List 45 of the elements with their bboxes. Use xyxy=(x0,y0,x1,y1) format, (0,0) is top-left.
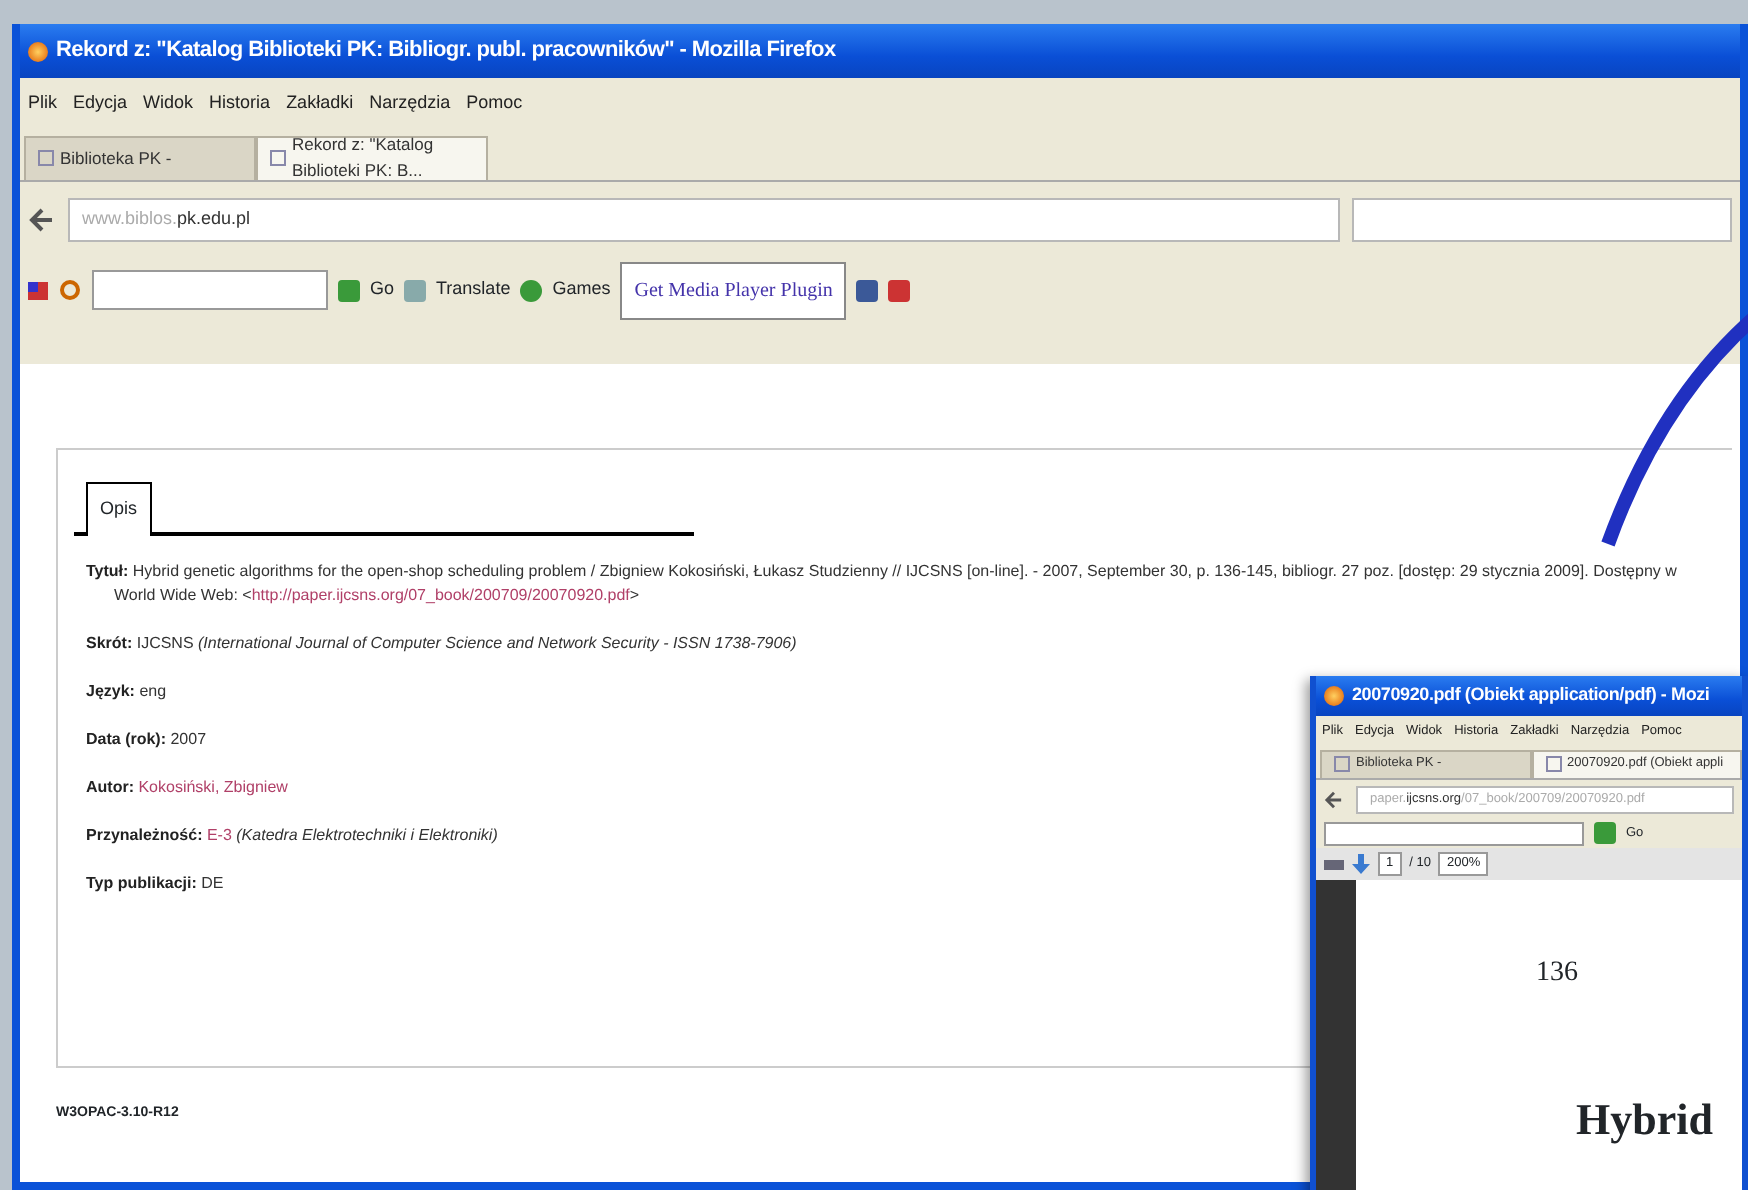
youtube-icon[interactable] xyxy=(888,279,911,301)
record-field: Tytuł: Hybrid genetic algorithms for the open-shop scheduling problem / Zbigniew Kokosiński, Łukasz Studzienny // IJCSNS [on-line]. - 2007, September 30, p. 136-145, bibliogr. 27 poz. [dostęp: 29 stycznia 2009]. Dostępny w World Wide Web: <http://paper.ijcsns.org/07_book/200709/20070920.pdf> xyxy=(86,559,1704,607)
browser-tab[interactable]: Biblioteka PK - xyxy=(24,135,256,179)
flag-icon[interactable] xyxy=(28,281,48,299)
page-icon xyxy=(38,150,54,166)
menu-item[interactable]: Pomoc xyxy=(466,90,523,117)
menu-item[interactable]: Zakładki xyxy=(286,90,354,117)
back-icon[interactable] xyxy=(28,205,56,233)
menu-item[interactable]: Historia xyxy=(209,90,271,117)
media-plugin-button[interactable]: Get Media Player Plugin xyxy=(620,261,847,319)
record-field: Data (rok): 2007 xyxy=(86,727,207,751)
back-icon[interactable] xyxy=(1324,789,1344,810)
page-icon xyxy=(1545,756,1561,773)
go-button[interactable]: Go xyxy=(370,276,395,304)
search-field[interactable] xyxy=(1352,197,1732,241)
go-icon xyxy=(338,279,360,301)
page-number: 136 xyxy=(1534,955,1580,991)
firefox-icon xyxy=(28,41,48,61)
games-button[interactable]: Games xyxy=(552,276,611,304)
record-field: Autor: Kokosiński, Zbigniew xyxy=(86,775,288,799)
translate-icon xyxy=(404,279,427,301)
go-icon xyxy=(1594,822,1616,845)
address-field[interactable]: www.biblos.pk.edu.pl xyxy=(68,197,1340,241)
facebook-icon[interactable] xyxy=(856,279,879,301)
record-field: Język: eng xyxy=(86,679,167,703)
toolbar-search-field[interactable] xyxy=(1324,821,1584,846)
menu-item[interactable]: Edycja xyxy=(73,90,128,117)
down-arrow-icon[interactable] xyxy=(1352,853,1370,874)
browser-tab[interactable]: Rekord z: "Katalog Biblioteki PK: B... xyxy=(256,135,488,179)
firefox-icon xyxy=(1324,686,1344,706)
window-title: 20070920.pdf (Obiekt application/pdf) - Mozi xyxy=(1352,682,1710,709)
window-title: Rekord z: "Katalog Biblioteki PK: Bibliogr. publ. pracowników" - Mozilla Firefox xyxy=(56,36,836,67)
page-icon xyxy=(1334,756,1350,773)
page-icon xyxy=(270,150,286,166)
menu-item[interactable]: Plik xyxy=(28,90,58,117)
pdf-heading: Hybrid xyxy=(1574,1091,1715,1148)
translate-button[interactable]: Translate xyxy=(436,276,511,304)
record-field: Skrót: IJCSNS (International Journal of Computer Science and Network Security - ISSN 1738-7906) xyxy=(86,631,797,655)
games-icon xyxy=(520,279,543,301)
menu-item[interactable]: Narzędzia xyxy=(369,90,451,117)
toolbar-search-field[interactable] xyxy=(92,270,328,310)
record-tab[interactable]: Opis xyxy=(86,482,152,535)
menu-item[interactable]: Widok xyxy=(143,90,194,117)
record-field: Typ publikacji: DE xyxy=(86,871,224,895)
record-field: Przynależność: E-3 (Katedra Elektrotechniki i Elektroniki) xyxy=(86,823,498,847)
